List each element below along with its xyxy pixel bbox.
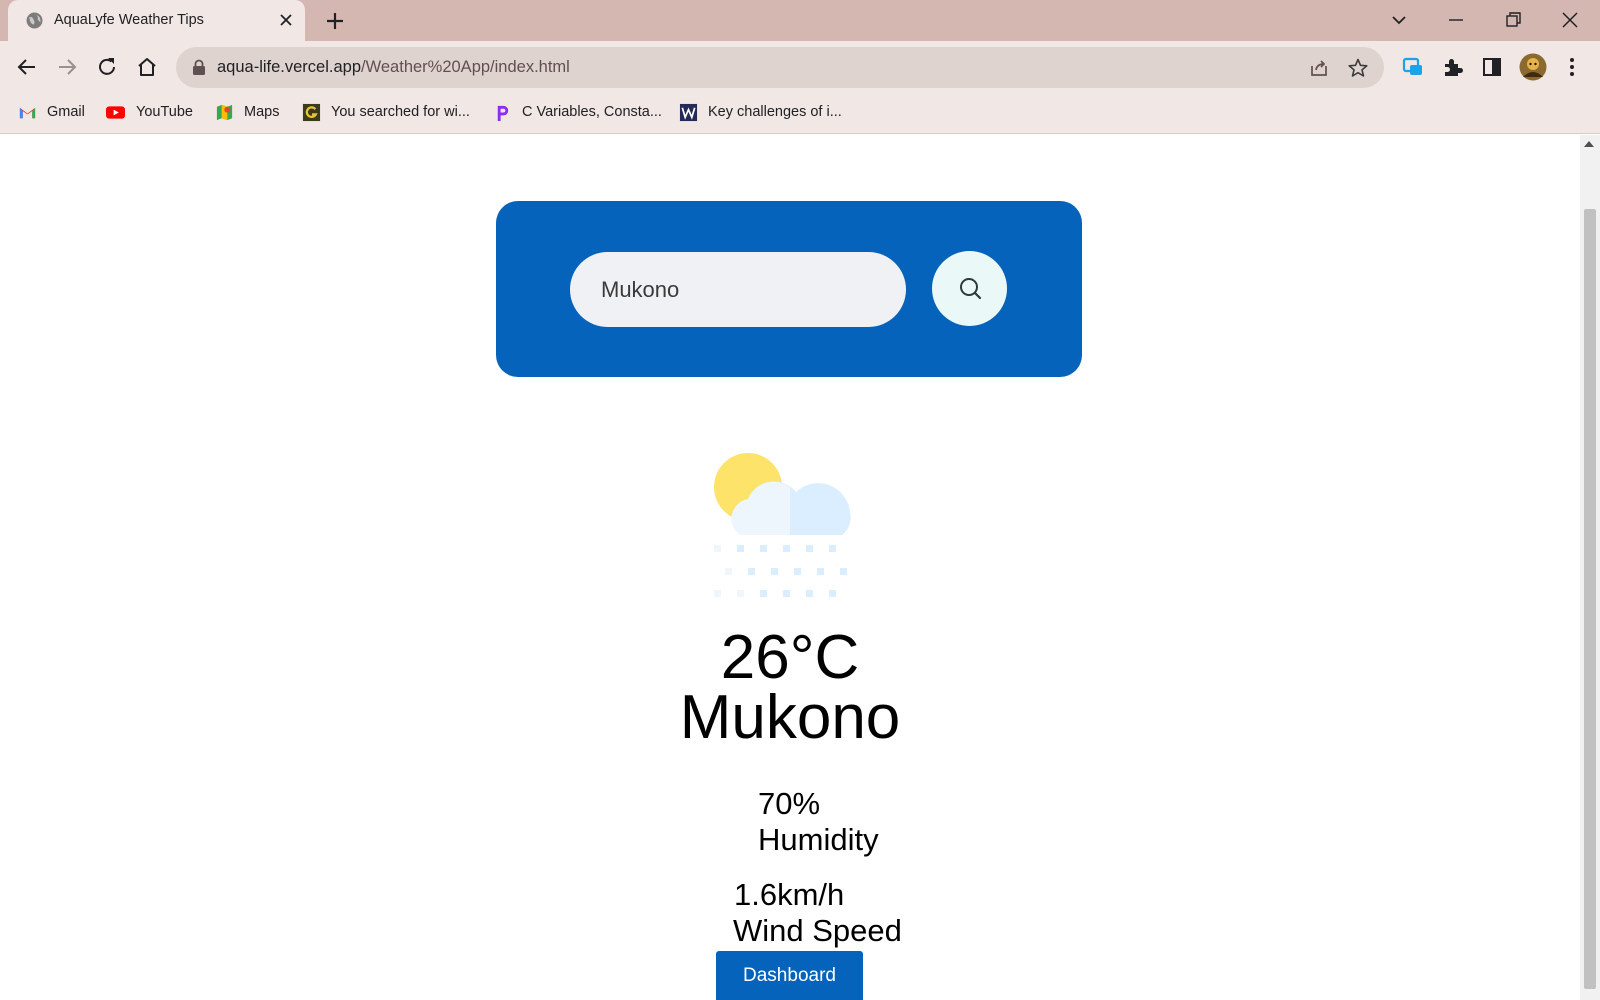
close-tab-icon[interactable] bbox=[276, 10, 296, 30]
maps-icon bbox=[216, 104, 233, 120]
profile-avatar-icon[interactable] bbox=[1519, 53, 1547, 81]
tab-search-icon[interactable] bbox=[1387, 8, 1411, 32]
search-panel bbox=[496, 201, 1082, 377]
bookmark-searched[interactable]: You searched for wi... bbox=[302, 101, 470, 123]
reload-icon[interactable] bbox=[94, 54, 120, 80]
browser-tabstrip: AquaLyfe Weather Tips bbox=[0, 0, 1600, 41]
minimize-icon[interactable] bbox=[1444, 8, 1468, 32]
extensions-puzzle-icon[interactable] bbox=[1441, 55, 1465, 79]
search-icon bbox=[959, 277, 981, 299]
scrollbar-thumb[interactable] bbox=[1584, 209, 1596, 989]
humidity-value: 70% bbox=[758, 786, 821, 821]
address-bar[interactable]: aqua-life.vercel.app/Weather%20App/index… bbox=[176, 47, 1384, 88]
temperature-value: 26°C bbox=[720, 623, 860, 692]
bookmark-label: C Variables, Consta... bbox=[522, 104, 662, 120]
vertical-scrollbar[interactable] bbox=[1580, 135, 1600, 1000]
more-menu-icon[interactable] bbox=[1560, 55, 1584, 79]
wind-speed-value: 1.6km/h bbox=[734, 877, 845, 912]
lock-icon[interactable] bbox=[191, 59, 207, 76]
forward-arrow-icon[interactable] bbox=[54, 54, 80, 80]
bookmark-c-variables[interactable]: C Variables, Consta... bbox=[493, 101, 662, 123]
search-button[interactable] bbox=[932, 251, 1007, 326]
bookmark-label: Key challenges of i... bbox=[708, 104, 842, 120]
bookmark-key-challenges[interactable]: Key challenges of i... bbox=[679, 101, 842, 123]
sun-cloud-snow-icon bbox=[714, 453, 851, 597]
page-viewport: 26°C Mukono 70% Humidity 1.6km/h Wind Sp… bbox=[0, 135, 1580, 1000]
browser-toolbar: aqua-life.vercel.app/Weather%20App/index… bbox=[0, 41, 1600, 92]
city-name: Mukono bbox=[679, 683, 901, 752]
bookmark-label: YouTube bbox=[136, 104, 193, 120]
bookmark-label: Maps bbox=[244, 104, 280, 120]
humidity-label: Humidity bbox=[758, 822, 879, 857]
side-panel-icon[interactable] bbox=[1480, 55, 1504, 79]
city-search-input[interactable] bbox=[570, 252, 906, 327]
close-window-icon[interactable] bbox=[1558, 8, 1582, 32]
bookmark-maps[interactable]: Maps bbox=[215, 101, 279, 123]
wind-speed-label: Wind Speed bbox=[733, 913, 902, 948]
new-tab-icon[interactable] bbox=[324, 10, 346, 32]
bookmark-youtube[interactable]: YouTube bbox=[105, 101, 193, 123]
bookmark-label: You searched for wi... bbox=[331, 104, 470, 120]
scroll-up-arrow-icon[interactable] bbox=[1584, 141, 1594, 147]
back-arrow-icon[interactable] bbox=[14, 54, 40, 80]
browser-tab-active[interactable]: AquaLyfe Weather Tips bbox=[8, 0, 305, 41]
grammar-site-icon bbox=[302, 103, 321, 121]
home-icon[interactable] bbox=[134, 54, 160, 80]
youtube-icon bbox=[106, 105, 125, 119]
tab-title: AquaLyfe Weather Tips bbox=[54, 12, 204, 28]
url-host: aqua-life.vercel.app bbox=[217, 58, 362, 76]
url-text[interactable]: aqua-life.vercel.app/Weather%20App/index… bbox=[217, 58, 570, 77]
wp-site-icon bbox=[679, 103, 698, 121]
bookmarks-bar: Gmail YouTube Maps You searched for wi..… bbox=[0, 92, 1600, 134]
url-path: /Weather%20App/index.html bbox=[361, 58, 570, 76]
bookmark-gmail[interactable]: Gmail bbox=[18, 101, 85, 123]
programiz-icon bbox=[497, 105, 509, 121]
screen-capture-extension-icon[interactable] bbox=[1401, 55, 1425, 79]
bookmark-label: Gmail bbox=[47, 104, 85, 120]
gmail-icon bbox=[19, 107, 36, 118]
share-icon[interactable] bbox=[1308, 57, 1330, 79]
bookmark-star-icon[interactable] bbox=[1347, 57, 1369, 79]
restore-icon[interactable] bbox=[1501, 8, 1525, 32]
dashboard-button[interactable]: Dashboard bbox=[716, 951, 863, 1000]
globe-icon bbox=[26, 12, 43, 29]
